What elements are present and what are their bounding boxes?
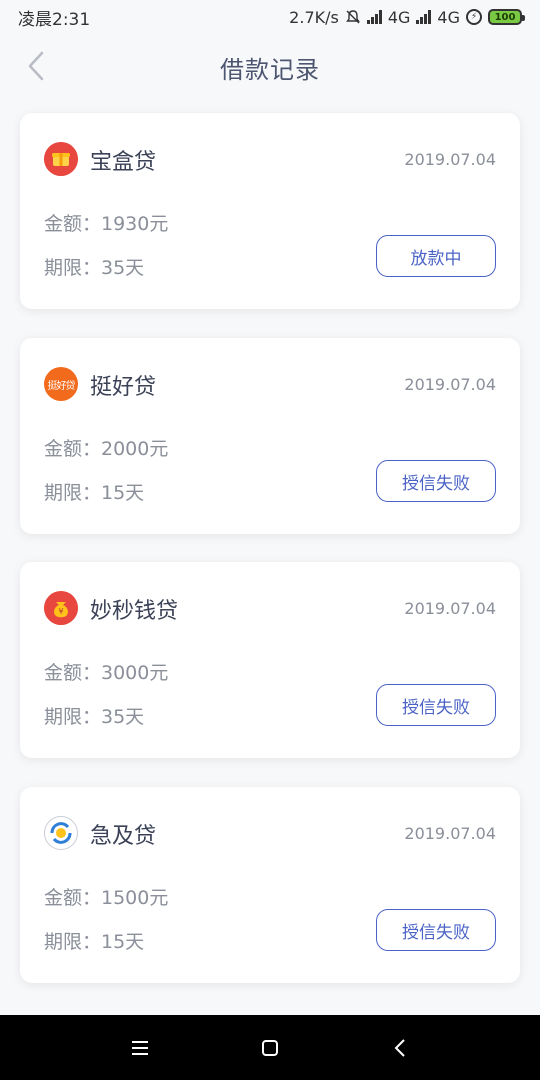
lender-name: 宝盒贷 xyxy=(90,150,157,175)
hamburger-menu-icon xyxy=(132,1040,148,1055)
record-date: 2019.07.04 xyxy=(404,599,496,618)
record-date: 2019.07.04 xyxy=(404,150,496,169)
chevron-left-icon xyxy=(28,51,44,81)
header: 借款记录 xyxy=(0,34,540,100)
chevron-left-icon xyxy=(394,1038,405,1057)
loan-record-card[interactable]: 宝盒贷 2019.07.04 金额：1930元 期限：35天 放款中 xyxy=(20,113,520,309)
status-button[interactable]: 授信失败 xyxy=(376,460,496,502)
gift-box-icon xyxy=(44,142,78,176)
record-date: 2019.07.04 xyxy=(404,824,496,843)
lender-name: 挺好贷 xyxy=(90,375,157,400)
loan-record-card[interactable]: 挺好贷 挺好贷 2019.07.04 金额：2000元 期限：15天 授信失败 xyxy=(20,338,520,534)
battery-icon: 100 xyxy=(488,9,525,25)
back-nav-button[interactable] xyxy=(380,1028,420,1068)
svg-text:¥: ¥ xyxy=(58,607,63,616)
status-bar: 凌晨2:31 2.7K/s 4G 4G ⚡ 100 xyxy=(0,0,540,34)
network-type-1: 4G xyxy=(387,7,411,27)
jijidai-logo xyxy=(44,816,78,850)
status-time: 凌晨2:31 xyxy=(18,9,91,30)
status-button[interactable]: 授信失败 xyxy=(376,909,496,951)
page-title: 借款记录 xyxy=(220,55,320,84)
loan-amount: 金额：1500元 xyxy=(44,887,169,909)
baohedai-logo xyxy=(44,142,78,176)
tinghaodai-logo: 挺好贷 xyxy=(44,367,78,401)
charging-icon: ⚡ xyxy=(466,9,482,25)
loan-amount: 金额：2000元 xyxy=(44,438,169,460)
mute-bell-icon xyxy=(345,10,360,24)
loan-amount: 金额：1930元 xyxy=(44,213,169,235)
screen: 凌晨2:31 2.7K/s 4G 4G ⚡ 100 借款记录 宝盒贷 2019.… xyxy=(0,0,540,1080)
loan-term: 期限：35天 xyxy=(44,257,145,279)
home-button[interactable] xyxy=(250,1028,290,1068)
system-nav-bar xyxy=(0,1015,540,1080)
loan-record-card[interactable]: ¥ 妙秒钱贷 2019.07.04 金额：3000元 期限：35天 授信失败 xyxy=(20,562,520,758)
signal-strength-icon xyxy=(366,10,382,24)
square-home-icon xyxy=(262,1039,278,1056)
loan-term: 期限：15天 xyxy=(44,482,145,504)
record-date: 2019.07.04 xyxy=(404,375,496,394)
lender-name: 妙秒钱贷 xyxy=(90,599,179,624)
network-speed: 2.7K/s xyxy=(289,7,339,27)
loan-term: 期限：15天 xyxy=(44,931,145,953)
signal-strength-icon-2 xyxy=(416,10,432,24)
loan-record-card[interactable]: 急及贷 2019.07.04 金额：1500元 期限：15天 授信失败 xyxy=(20,787,520,983)
miaomiaoqiandai-logo: ¥ xyxy=(44,591,78,625)
status-button[interactable]: 授信失败 xyxy=(376,684,496,726)
status-icons: 2.7K/s 4G 4G ⚡ 100 xyxy=(289,7,525,27)
battery-level: 100 xyxy=(494,11,516,23)
menu-button[interactable] xyxy=(120,1028,160,1068)
back-button[interactable] xyxy=(18,48,54,84)
network-type-2: 4G xyxy=(437,7,460,27)
money-bag-icon: ¥ xyxy=(44,591,78,625)
loan-amount: 金额：3000元 xyxy=(44,662,169,684)
loan-term: 期限：35天 xyxy=(44,706,145,728)
coin-cycle-icon xyxy=(50,822,72,844)
tinghaodai-logo-text: 挺好贷 xyxy=(47,380,76,392)
lender-name: 急及贷 xyxy=(90,824,157,849)
status-button[interactable]: 放款中 xyxy=(376,235,496,277)
